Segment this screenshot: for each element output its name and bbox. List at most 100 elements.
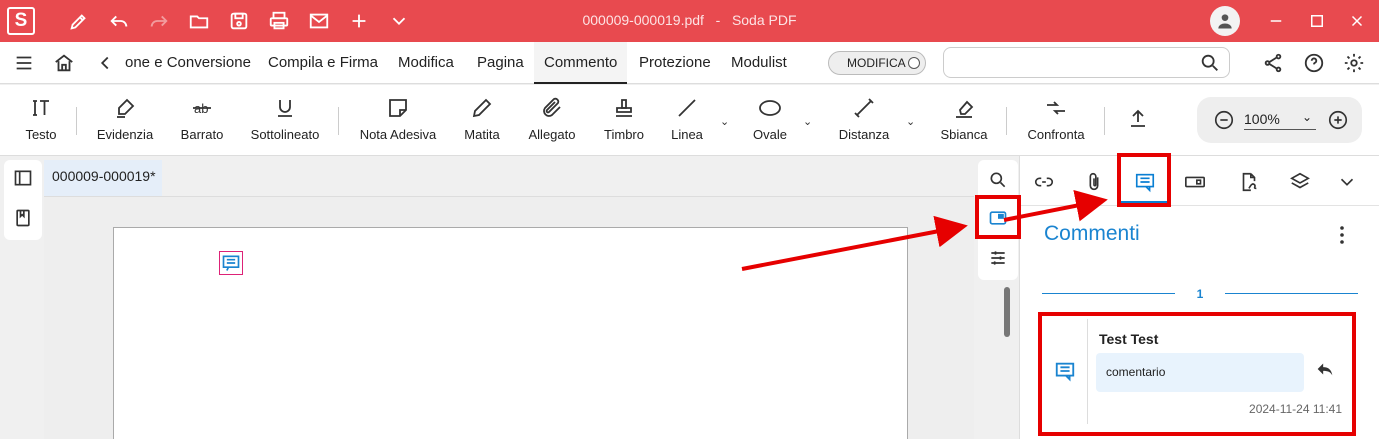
file-name: 000009-000019.pdf: [582, 12, 704, 28]
app-name: Soda PDF: [731, 12, 797, 28]
zoom-value: 100%: [1244, 111, 1280, 127]
hamburger-icon[interactable]: [12, 51, 36, 75]
menu-item-commento[interactable]: Commento: [534, 42, 628, 84]
comments-panel: Commenti 1 Test Test comentario 2024-11-…: [1019, 156, 1379, 439]
chevron-down-icon[interactable]: [387, 9, 411, 33]
user-avatar[interactable]: [1210, 6, 1240, 36]
underline-icon: [250, 93, 320, 123]
comment-icon: [1054, 360, 1076, 387]
signature-doc-icon[interactable]: [1235, 168, 1263, 196]
page-divider-left: [1042, 293, 1175, 294]
search-icon[interactable]: [1199, 52, 1221, 79]
comment-text[interactable]: comentario: [1096, 353, 1304, 392]
close-icon[interactable]: [1345, 9, 1369, 33]
document-tab[interactable]: 000009-000019*: [44, 160, 162, 196]
menu-item-moduli[interactable]: Modulist: [731, 42, 817, 84]
tool-ovale[interactable]: Ovale: [750, 93, 790, 142]
tool-evidenzia-label: Evidenzia: [96, 127, 154, 142]
zoom-level-select[interactable]: 100% ⌄: [1244, 110, 1316, 130]
help-icon[interactable]: [1302, 51, 1326, 75]
svg-text:ab: ab: [194, 101, 208, 116]
tool-allegato-label: Allegato: [528, 127, 576, 142]
panel-tabs: [1020, 156, 1379, 206]
tool-sottolineato-label: Sottolineato: [250, 127, 320, 142]
paperclip-icon: [526, 93, 578, 123]
distanza-dropdown-icon[interactable]: ⌄: [906, 115, 915, 128]
oval-icon: [750, 93, 790, 123]
comment-note-icon[interactable]: [219, 251, 243, 275]
edit-mode-toggle[interactable]: MODIFICA: [828, 51, 926, 75]
reply-icon[interactable]: [1314, 358, 1336, 385]
link-icon[interactable]: [1030, 168, 1058, 196]
open-folder-icon[interactable]: [187, 9, 211, 33]
tool-sbianca[interactable]: Sbianca: [938, 93, 990, 142]
mail-icon[interactable]: [307, 9, 331, 33]
search-input[interactable]: [944, 48, 1184, 77]
minimize-icon[interactable]: [1264, 9, 1288, 33]
share-icon[interactable]: [1261, 51, 1285, 75]
tool-barrato[interactable]: ab Barrato: [176, 93, 228, 142]
tool-distanza-label: Distanza: [838, 127, 890, 142]
more-options-icon[interactable]: [1336, 224, 1348, 246]
tool-confronta[interactable]: Confronta: [1026, 93, 1086, 142]
comment-ribbon: Testo Evidenzia ab Barrato Sottolineato N…: [0, 85, 1379, 156]
tool-sottolineato[interactable]: Sottolineato: [250, 93, 320, 142]
tool-confronta-label: Confronta: [1027, 127, 1085, 142]
tool-timbro[interactable]: Timbro: [601, 93, 647, 142]
chevron-left-icon[interactable]: [93, 51, 117, 75]
settings-gear-icon[interactable]: [1342, 51, 1366, 75]
distance-icon: [836, 93, 892, 123]
linea-dropdown-icon[interactable]: ⌄: [720, 115, 729, 128]
tool-distanza[interactable]: Distanza: [836, 93, 892, 142]
maximize-icon[interactable]: [1305, 9, 1329, 33]
home-icon[interactable]: [52, 51, 76, 75]
pen-icon[interactable]: [67, 9, 91, 33]
tool-testo-label: Testo: [25, 127, 57, 142]
menu-item-compila-firma[interactable]: Compila e Firma: [268, 42, 378, 84]
tool-evidenzia[interactable]: Evidenzia: [96, 93, 154, 142]
attachment-icon[interactable]: [1080, 168, 1108, 196]
undo-icon[interactable]: [107, 9, 131, 33]
tool-linea[interactable]: Linea: [668, 93, 706, 142]
menu-item-modifica[interactable]: Modifica: [398, 42, 454, 84]
print-icon[interactable]: [267, 9, 291, 33]
redo-icon[interactable]: [147, 9, 171, 33]
comments-tab-icon[interactable]: [1131, 168, 1159, 196]
bookmark-icon[interactable]: [13, 208, 33, 233]
app-logo[interactable]: S: [7, 7, 35, 35]
sidebar-panel-icon[interactable]: [13, 168, 33, 193]
zoom-in-icon[interactable]: [1327, 109, 1349, 136]
menu-item-protezione[interactable]: Protezione: [639, 42, 711, 84]
search-icon[interactable]: [986, 168, 1010, 192]
form-field-icon[interactable]: [1181, 168, 1209, 196]
zoom-out-icon[interactable]: [1213, 109, 1235, 136]
export-button[interactable]: [1124, 103, 1152, 133]
divider: [1006, 107, 1007, 135]
tool-nota-adesiva[interactable]: Nota Adesiva: [358, 93, 438, 142]
comment-timestamp: 2024-11-24 11:41: [1249, 402, 1342, 416]
panel-toggle-icon[interactable]: [986, 206, 1010, 230]
chevron-down-icon[interactable]: [1333, 168, 1361, 196]
add-icon[interactable]: [347, 9, 371, 33]
pencil-icon: [462, 93, 502, 123]
zoom-control: 100% ⌄: [1197, 97, 1362, 143]
vertical-scrollbar[interactable]: [1004, 287, 1010, 337]
tool-sbianca-label: Sbianca: [940, 127, 988, 142]
page-number: 1: [1196, 287, 1204, 301]
highlighter-icon: [96, 93, 154, 123]
upload-icon: [1124, 103, 1152, 133]
sliders-icon[interactable]: [986, 246, 1010, 270]
menu-item-pagina[interactable]: Pagina: [477, 42, 524, 84]
save-icon[interactable]: [227, 9, 251, 33]
tool-nota-adesiva-label: Nota Adesiva: [359, 127, 437, 142]
tool-allegato[interactable]: Allegato: [526, 93, 578, 142]
tool-matita[interactable]: Matita: [462, 93, 502, 142]
toggle-knob: [908, 57, 920, 69]
comment-card[interactable]: Test Test comentario 2024-11-24 11:41: [1040, 313, 1358, 430]
tool-testo[interactable]: Testo: [22, 93, 60, 142]
layers-icon[interactable]: [1286, 168, 1314, 196]
menu-item-conversione[interactable]: one e Conversione: [125, 42, 251, 84]
ovale-dropdown-icon[interactable]: ⌄: [803, 115, 812, 128]
right-tool-rail: [978, 160, 1018, 280]
divider: [338, 107, 339, 135]
